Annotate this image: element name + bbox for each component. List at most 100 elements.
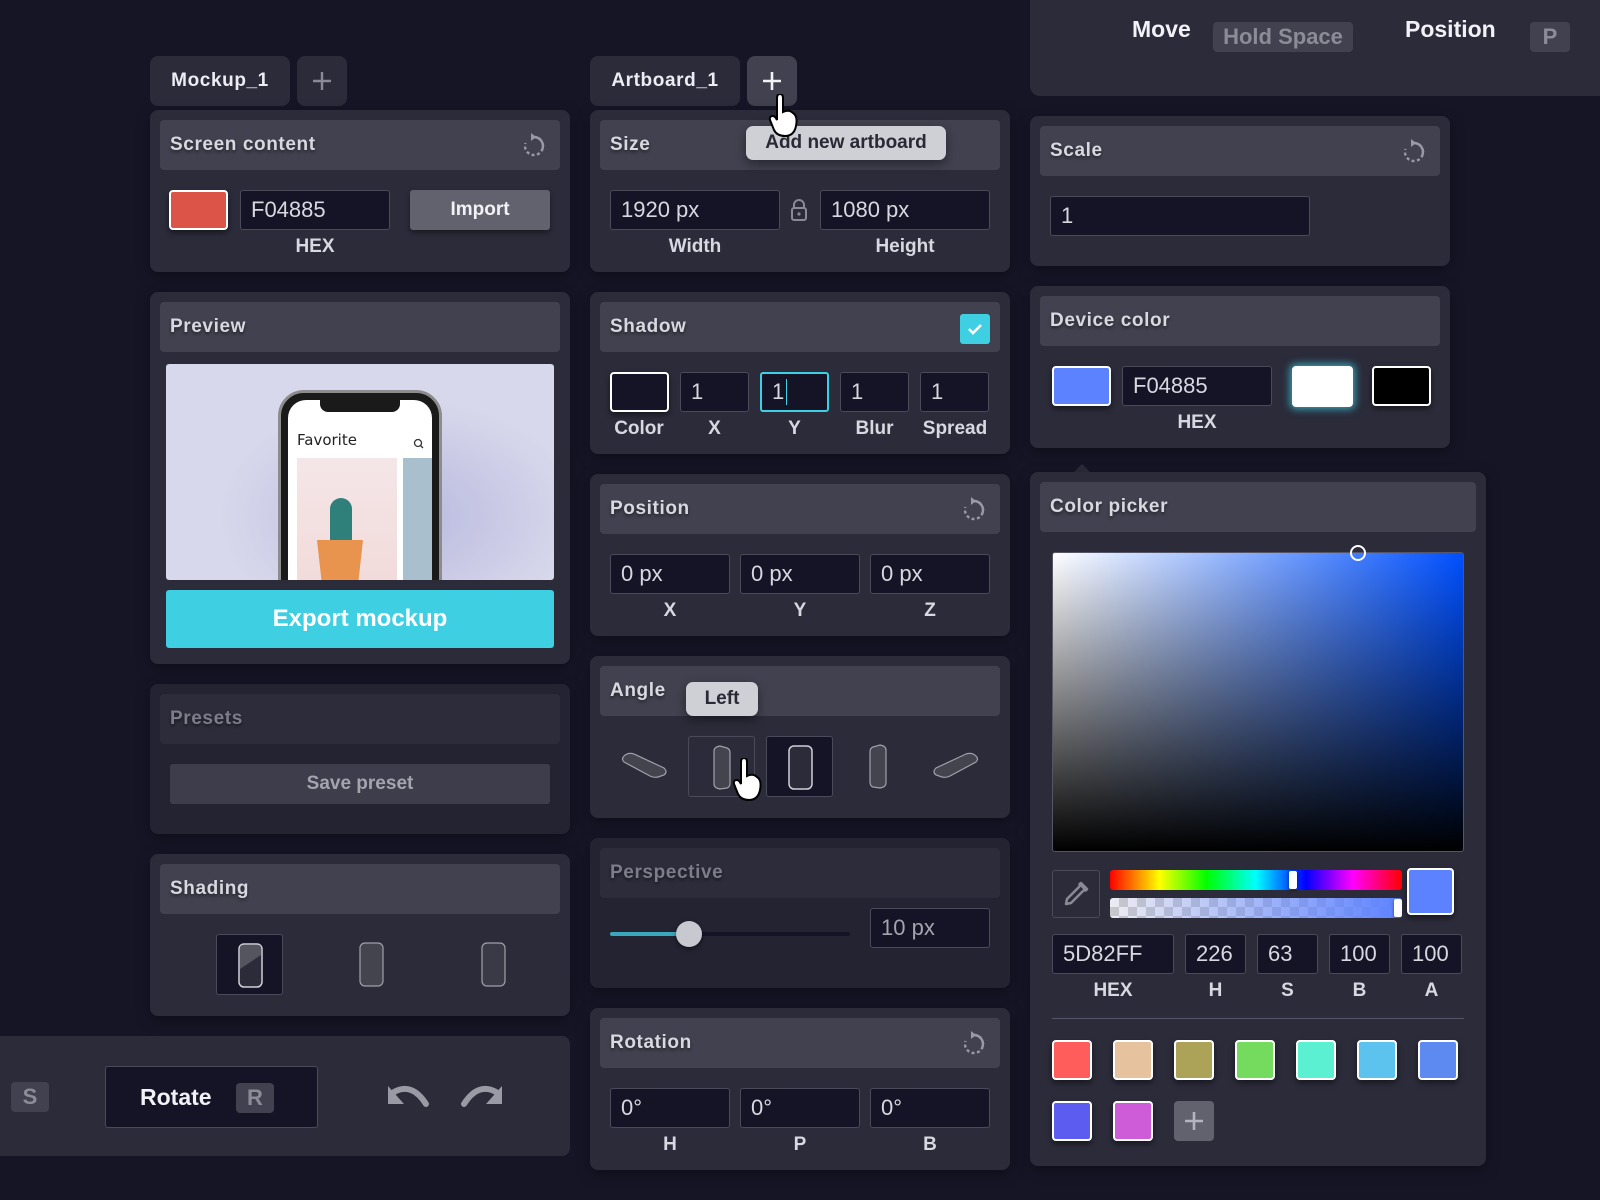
alpha-slider-thumb[interactable] xyxy=(1394,899,1402,917)
shadow-x-label: X xyxy=(708,418,721,439)
device-color-panel: Device color F04885 HEX xyxy=(1030,286,1450,448)
scale-panel: Scale 1 xyxy=(1030,116,1450,266)
rotate-mode-button[interactable]: Rotate R xyxy=(105,1066,318,1128)
add-mockup-button[interactable] xyxy=(297,56,347,106)
redo-icon[interactable] xyxy=(458,1082,502,1114)
screen-hex-input[interactable]: F04885 xyxy=(240,190,390,230)
device-preset-black[interactable] xyxy=(1372,366,1431,406)
panel-title: Scale xyxy=(1050,140,1103,161)
angle-option-tilt-right[interactable] xyxy=(922,736,989,797)
shadow-color-swatch[interactable] xyxy=(610,372,669,412)
height-value: 1080 px xyxy=(831,197,910,222)
slider-thumb[interactable] xyxy=(676,921,703,947)
phone-right-icon xyxy=(869,744,887,789)
position-z-input[interactable]: 0 px xyxy=(870,554,990,594)
color-swatch[interactable] xyxy=(1235,1040,1275,1080)
width-input[interactable]: 1920 px xyxy=(610,190,780,230)
phone-screen: Favorite xyxy=(288,400,432,580)
color-swatch[interactable] xyxy=(1052,1101,1092,1141)
panel-title: Shadow xyxy=(610,316,687,337)
hand-cursor-icon xyxy=(732,758,762,802)
position-panel: Position 0 px X 0 px Y 0 px Z xyxy=(590,474,1010,636)
picker-s-input[interactable]: 63 xyxy=(1257,934,1318,974)
shading-option-soft[interactable] xyxy=(338,934,405,995)
export-label: Export mockup xyxy=(272,605,448,632)
rotate-shortcut-key: R xyxy=(236,1083,274,1113)
tab-mockup-1[interactable]: Mockup_1 xyxy=(150,56,290,106)
import-label: Import xyxy=(450,199,510,220)
reset-icon[interactable] xyxy=(520,132,548,160)
picker-h-input[interactable]: 226 xyxy=(1185,934,1246,974)
color-swatch[interactable] xyxy=(1113,1101,1153,1141)
color-swatch[interactable] xyxy=(1418,1040,1458,1080)
eyedropper-button[interactable] xyxy=(1052,870,1100,918)
scale-input[interactable]: 1 xyxy=(1050,196,1310,236)
tab-artboard-1[interactable]: Artboard_1 xyxy=(590,56,740,106)
angle-tooltip: Left xyxy=(686,682,758,716)
shadow-spread-input[interactable]: 1 xyxy=(920,372,989,412)
scale-shortcut-key: S xyxy=(11,1082,49,1112)
perspective-value-input[interactable]: 10 px xyxy=(870,908,990,948)
panel-header: Shading xyxy=(160,864,560,914)
export-mockup-button[interactable]: Export mockup xyxy=(166,590,554,648)
plus-icon xyxy=(313,72,331,90)
undo-icon[interactable] xyxy=(388,1082,432,1114)
angle-option-right[interactable] xyxy=(844,736,911,797)
color-swatch[interactable] xyxy=(1174,1040,1214,1080)
reset-icon[interactable] xyxy=(960,496,988,524)
save-preset-button[interactable]: Save preset xyxy=(170,764,550,804)
angle-option-front[interactable] xyxy=(766,736,833,797)
hex-value: F04885 xyxy=(1133,373,1208,398)
device-color-swatch[interactable] xyxy=(1052,366,1111,406)
perspective-slider[interactable] xyxy=(610,921,850,947)
device-preset-white[interactable] xyxy=(1292,366,1353,407)
lock-icon[interactable] xyxy=(790,198,808,222)
hue-slider[interactable] xyxy=(1110,870,1402,890)
phone-notch xyxy=(320,400,400,412)
saturation-brightness-area[interactable] xyxy=(1052,545,1464,852)
shadow-blur-input[interactable]: 1 xyxy=(840,372,909,412)
picker-hex-input[interactable]: 5D82FF xyxy=(1052,934,1174,974)
reset-icon[interactable] xyxy=(1400,138,1428,166)
reset-icon[interactable] xyxy=(960,1030,988,1058)
hue-slider-thumb[interactable] xyxy=(1289,871,1298,889)
position-y-input[interactable]: 0 px xyxy=(740,554,860,594)
angle-option-tilt-left[interactable] xyxy=(610,736,677,797)
alpha-slider[interactable] xyxy=(1110,898,1402,918)
color-swatch[interactable] xyxy=(1296,1040,1336,1080)
s-value: 63 xyxy=(1268,941,1293,966)
rotation-p-label: P xyxy=(793,1134,807,1155)
rotation-p-input[interactable]: 0° xyxy=(740,1088,860,1128)
shadow-x-input[interactable]: 1 xyxy=(680,372,749,412)
position-x-input[interactable]: 0 px xyxy=(610,554,730,594)
color-swatch[interactable] xyxy=(1052,1040,1092,1080)
picker-b-input[interactable]: 100 xyxy=(1329,934,1390,974)
color-swatch[interactable] xyxy=(1357,1040,1397,1080)
shading-option-glossy[interactable] xyxy=(216,934,283,995)
shading-option-flat[interactable] xyxy=(460,934,527,995)
height-input[interactable]: 1080 px xyxy=(820,190,990,230)
x-value: 0 px xyxy=(621,561,663,586)
phone-front-icon xyxy=(788,745,813,790)
plus-icon xyxy=(763,72,781,90)
width-value: 1920 px xyxy=(621,197,700,222)
saturation-brightness-thumb[interactable] xyxy=(1349,545,1366,561)
cactus xyxy=(330,498,352,542)
shadow-y-input[interactable]: 1 xyxy=(760,372,829,412)
perspective-panel: Perspective 10 px xyxy=(590,838,1010,988)
import-button[interactable]: Import xyxy=(410,190,550,230)
color-swatch[interactable] xyxy=(1113,1040,1153,1080)
add-swatch-button[interactable] xyxy=(1174,1101,1214,1141)
move-shortcut-key: Hold Space xyxy=(1213,22,1353,52)
device-hex-input[interactable]: F04885 xyxy=(1122,366,1272,406)
picker-a-input[interactable]: 100 xyxy=(1401,934,1462,974)
screen-color-swatch[interactable] xyxy=(169,190,228,230)
z-value: 0 px xyxy=(881,561,923,586)
rotation-b-input[interactable]: 0° xyxy=(870,1088,990,1128)
rotation-h-input[interactable]: 0° xyxy=(610,1088,730,1128)
shadow-enabled-checkbox[interactable] xyxy=(960,314,990,344)
shadow-y-label: Y xyxy=(788,418,801,439)
position-shortcut-key: P xyxy=(1530,22,1570,52)
y-value: 0 px xyxy=(751,561,793,586)
bottom-toolbar: S Rotate R xyxy=(0,1036,570,1156)
